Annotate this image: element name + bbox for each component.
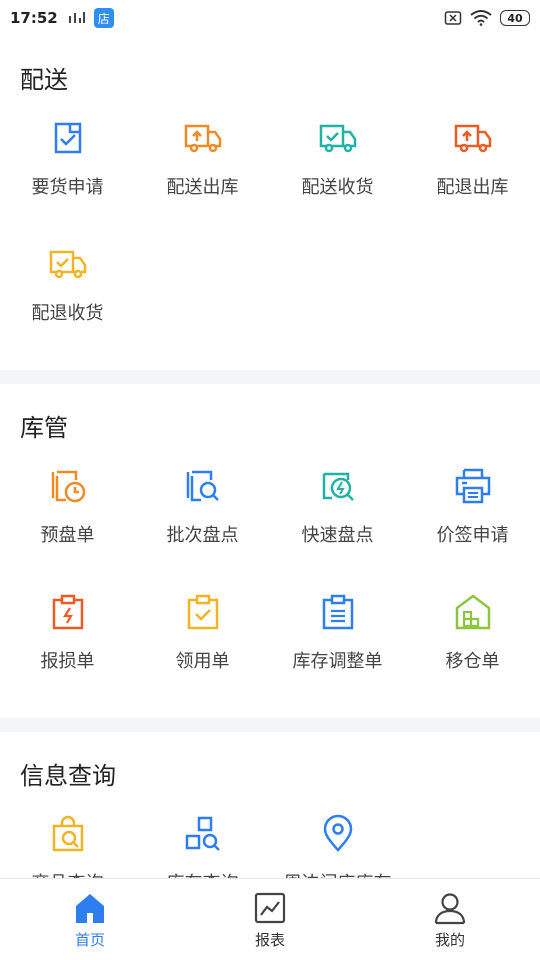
menu-item-label: 快速盘点 xyxy=(301,525,374,546)
section-title: 配送 xyxy=(20,66,68,94)
store-app-badge: 店 xyxy=(93,8,114,28)
clipboard-bolt-icon xyxy=(52,594,83,630)
menu-item-pre-count[interactable]: 预盘单 xyxy=(0,458,135,584)
no-sim-icon xyxy=(444,11,462,25)
section-title: 信息查询 xyxy=(20,762,116,790)
warehouse-icon xyxy=(455,594,490,630)
menu-item-label: 报损单 xyxy=(40,651,95,672)
wifi-icon xyxy=(470,10,492,26)
status-time: 17:52 xyxy=(10,9,58,27)
stack-search-icon xyxy=(186,470,219,502)
clipboard-list-icon xyxy=(322,594,353,630)
truck-up-icon xyxy=(454,124,491,153)
menu-item-stock-adjustment[interactable]: 库存调整单 xyxy=(270,584,405,710)
menu-item-delivery-receive[interactable]: 配送收货 xyxy=(270,110,405,236)
status-bar: 17:52 店 40 xyxy=(0,0,540,36)
signal-icon xyxy=(68,12,85,23)
home-icon xyxy=(76,894,104,923)
tab-reports[interactable]: 报表 xyxy=(180,879,360,960)
menu-item-price-tag-request[interactable]: 价签申请 xyxy=(405,458,540,584)
menu-item-requisition-use[interactable]: 领用单 xyxy=(135,584,270,710)
menu-item-label: 配送出库 xyxy=(166,177,239,198)
truck-up-icon xyxy=(184,124,221,153)
doc-check-icon xyxy=(54,122,81,154)
menu-item-warehouse-transfer[interactable]: 移仓单 xyxy=(405,584,540,710)
clipboard-check-icon xyxy=(187,594,218,630)
tab-label: 首页 xyxy=(74,931,105,949)
menu-item-delivery-out[interactable]: 配送出库 xyxy=(135,110,270,236)
menu-item-label: 领用单 xyxy=(175,651,230,672)
section-title: 库管 xyxy=(20,414,68,442)
section-inventory-management: 库管 预盘单 批次盘点 快速盘点 价签申请 报损单 领用单 库存调整单 移仓单 xyxy=(0,384,540,718)
chart-icon xyxy=(254,892,286,924)
menu-item-label: 预盘单 xyxy=(40,525,95,546)
menu-item-label: 库存调整单 xyxy=(292,651,383,672)
bag-search-icon xyxy=(52,815,83,852)
menu-item-label: 配退出库 xyxy=(436,177,509,198)
menu-item-label: 移仓单 xyxy=(445,651,500,672)
tab-label: 报表 xyxy=(254,931,285,949)
menu-item-label: 批次盘点 xyxy=(166,525,239,546)
menu-item-damage-report[interactable]: 报损单 xyxy=(0,584,135,710)
search-bolt-icon xyxy=(322,472,354,501)
menu-item-label: 要货申请 xyxy=(31,177,104,198)
menu-item-requisition[interactable]: 要货申请 xyxy=(0,110,135,236)
printer-icon xyxy=(455,468,490,504)
tab-label: 我的 xyxy=(434,931,465,949)
menu-item-label: 价签申请 xyxy=(436,525,509,546)
shapes-search-icon xyxy=(185,816,220,851)
section-delivery: 配送 要货申请 配送出库 配送收货 配退出库 配退收货 xyxy=(0,36,540,370)
menu-item-return-receive[interactable]: 配退收货 xyxy=(0,236,135,362)
user-icon xyxy=(434,893,466,925)
tab-home[interactable]: 首页 xyxy=(0,879,180,960)
menu-item-batch-count[interactable]: 批次盘点 xyxy=(135,458,270,584)
menu-item-quick-count[interactable]: 快速盘点 xyxy=(270,458,405,584)
truck-check-icon xyxy=(49,250,86,279)
bottom-tab-bar: 首页 报表 我的 xyxy=(0,878,540,960)
menu-item-return-out[interactable]: 配退出库 xyxy=(405,110,540,236)
stack-clock-icon xyxy=(51,470,85,503)
battery-indicator: 40 xyxy=(500,10,530,26)
truck-check-icon xyxy=(319,124,356,153)
menu-item-label: 配送收货 xyxy=(301,177,374,198)
location-pin-icon xyxy=(323,814,352,852)
tab-mine[interactable]: 我的 xyxy=(360,879,540,960)
menu-item-label: 配退收货 xyxy=(31,303,104,324)
